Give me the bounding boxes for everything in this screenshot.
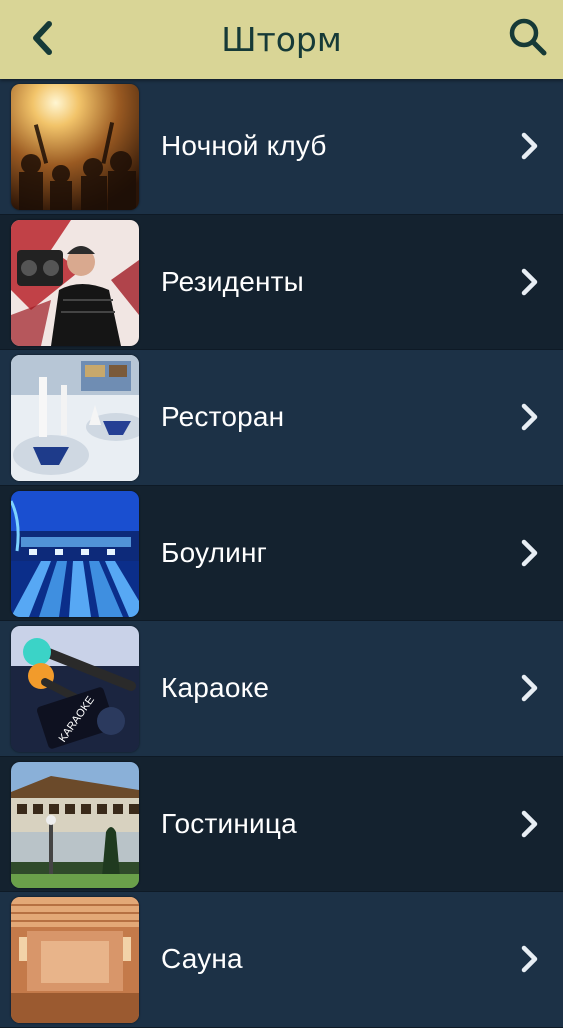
search-button[interactable] xyxy=(503,12,553,62)
menu-item-label: Резиденты xyxy=(161,265,305,297)
menu-item-label: Боулинг xyxy=(161,536,268,568)
menu-item-label: Ночной клуб xyxy=(161,130,327,162)
chevron-right-icon xyxy=(521,675,538,702)
chevron-right-icon xyxy=(521,404,538,431)
menu-item-nightclub[interactable]: Ночной клуб xyxy=(0,79,563,215)
menu-item-label: Сауна xyxy=(161,943,243,975)
karaoke-thumbnail: KARAOKE xyxy=(11,626,139,752)
search-icon xyxy=(509,18,547,56)
menu-item-residents[interactable]: Резиденты xyxy=(0,214,563,350)
menu-item-bowling[interactable]: Боулинг xyxy=(0,485,563,621)
menu-item-label: Ресторан xyxy=(161,401,285,433)
residents-thumbnail xyxy=(11,219,139,346)
hotel-thumbnail xyxy=(11,761,139,888)
menu-list: Ночной клуб Резиденты Ресторан Боулинг K… xyxy=(0,79,563,1028)
top-bar: Шторм xyxy=(0,0,563,79)
chevron-right-icon xyxy=(521,946,538,973)
menu-item-label: Гостиница xyxy=(161,807,297,839)
page-title: Шторм xyxy=(221,20,342,59)
chevron-right-icon xyxy=(521,539,538,566)
menu-item-sauna[interactable]: Сауна xyxy=(0,892,563,1028)
nightclub-thumbnail xyxy=(11,84,139,210)
sauna-thumbnail xyxy=(11,897,139,1023)
menu-item-label: Караоке xyxy=(161,672,270,704)
menu-item-karaoke[interactable]: KARAOKE Караоке xyxy=(0,621,563,757)
menu-item-restaurant[interactable]: Ресторан xyxy=(0,350,563,486)
chevron-right-icon xyxy=(521,810,538,837)
chevron-right-icon xyxy=(521,268,538,295)
chevron-right-icon xyxy=(521,133,538,160)
restaurant-thumbnail xyxy=(11,355,139,481)
menu-item-hotel[interactable]: Гостиница xyxy=(0,756,563,892)
bowling-thumbnail xyxy=(11,490,139,617)
